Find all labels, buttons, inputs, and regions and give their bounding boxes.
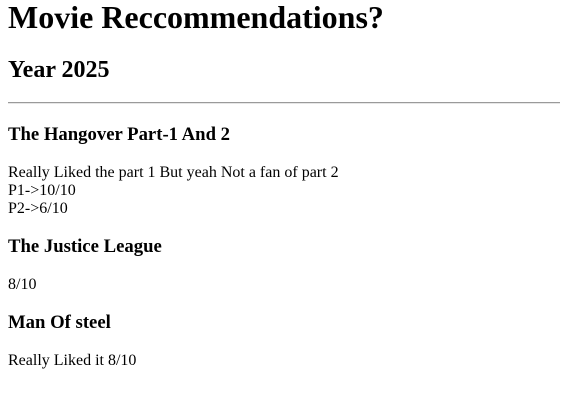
movie-title: Man Of steel (8, 312, 111, 333)
review-line: P2->6/10 (8, 200, 68, 217)
movie-review: Really Liked it 8/10 (8, 352, 560, 370)
movie-review: Really Liked the part 1 But yeah Not a f… (8, 164, 560, 218)
review-line: P1->10/10 (8, 182, 76, 199)
movie-review: 8/10 (8, 276, 560, 294)
movie-title: The Justice League (8, 236, 162, 257)
movie-title: The Hangover Part-1 And 2 (8, 124, 231, 145)
page-subtitle-year: Year 2025 (8, 57, 110, 83)
movie-entry-man-of-steel: Man Of steel Really Liked it 8/10 (8, 312, 560, 370)
review-line: 8/10 (8, 276, 37, 293)
review-line: Really Liked it 8/10 (8, 352, 137, 369)
review-line: Really Liked the part 1 But yeah Not a f… (8, 164, 339, 181)
page-title: Movie Reccommendations? (8, 0, 384, 35)
movie-entry-justice-league: The Justice League 8/10 (8, 236, 560, 294)
divider (8, 102, 560, 104)
movie-entry-hangover: The Hangover Part-1 And 2 Really Liked t… (8, 124, 560, 218)
